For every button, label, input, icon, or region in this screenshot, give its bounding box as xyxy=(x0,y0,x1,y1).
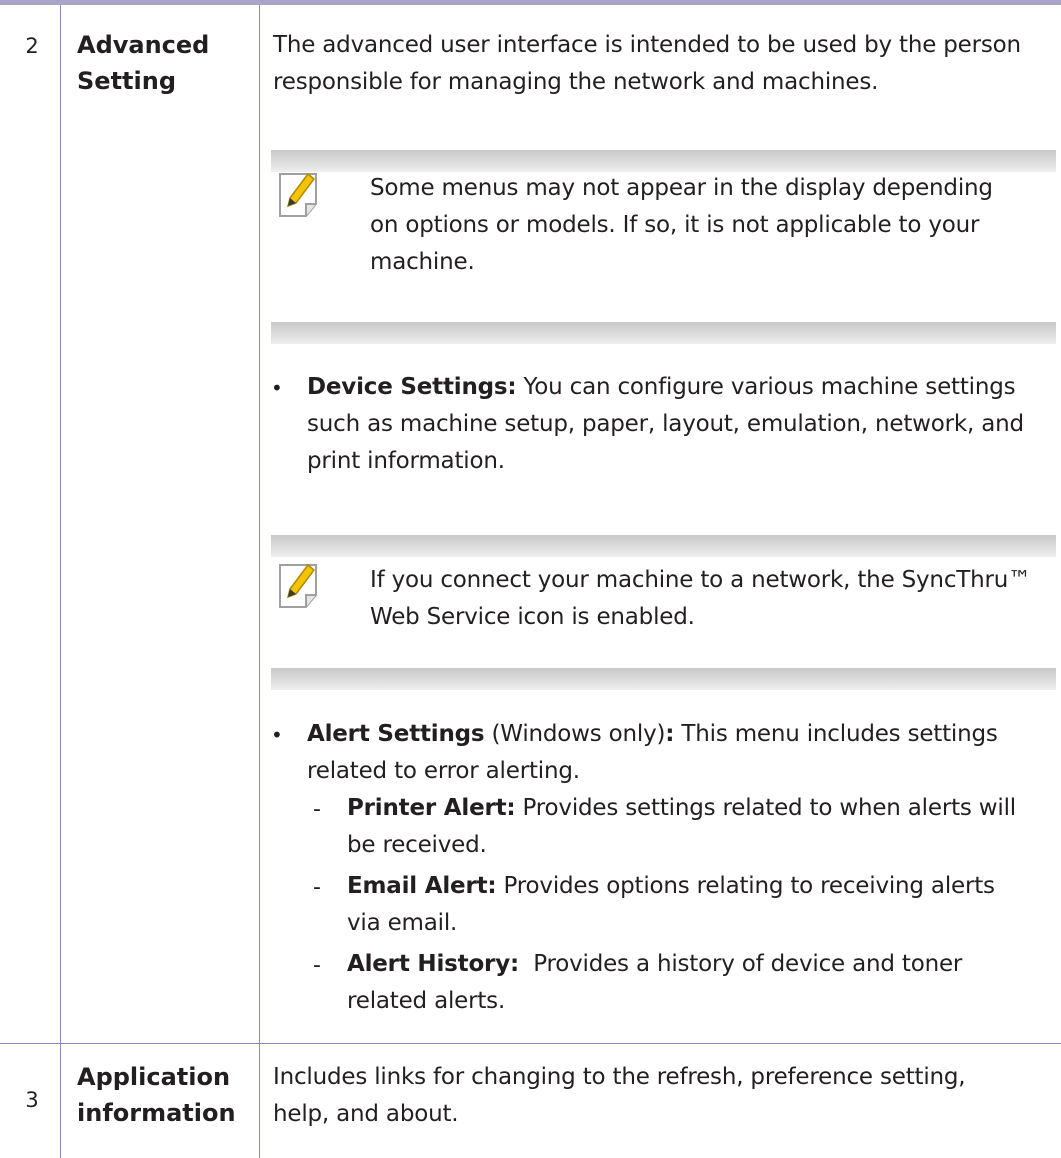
sub-item-line: Provides a history of device and toner xyxy=(518,951,963,977)
sub-item-line: related alerts. xyxy=(347,988,506,1014)
note-pencil-icon xyxy=(279,172,317,217)
note-line: Web Service icon is enabled. xyxy=(370,604,695,630)
alert-settings-colon: : xyxy=(665,721,675,747)
row-name-line: Application xyxy=(77,1063,231,1091)
intro-line: responsible for managing the network and… xyxy=(273,69,879,95)
note-line: machine. xyxy=(370,249,475,275)
row-name: Advanced Setting xyxy=(77,27,257,99)
note-top-bar xyxy=(271,150,1056,172)
note-line: on options or models. If so, it is not a… xyxy=(370,212,980,238)
bullet-symbol: • xyxy=(271,723,283,747)
sub-item-line: via email. xyxy=(347,910,458,936)
column-divider-2 xyxy=(259,5,260,1158)
sub-item-line: Provides settings related to when alerts… xyxy=(515,795,1017,821)
sub-item-label: Alert History: xyxy=(347,951,519,977)
row-name: Application information xyxy=(77,1059,257,1131)
note-line: Some menus may not appear in the display… xyxy=(370,175,993,201)
note-bottom-bar xyxy=(271,668,1056,690)
alert-settings-text: Alert Settings (Windows only): This menu… xyxy=(307,716,998,790)
sub-item: Printer Alert: Provides settings related… xyxy=(347,790,1016,864)
dash-symbol: - xyxy=(313,953,321,978)
description-line: help, and about. xyxy=(273,1101,459,1127)
sub-item-label: Email Alert: xyxy=(347,873,497,899)
row-name-line: information xyxy=(77,1099,236,1127)
row-name-line: Setting xyxy=(77,67,176,95)
row-number: 2 xyxy=(25,34,39,58)
dash-symbol: - xyxy=(313,797,321,822)
bullet-symbol: • xyxy=(271,376,283,400)
sub-item: Alert History: Provides a history of dev… xyxy=(347,946,962,1020)
row-name-line: Advanced xyxy=(77,31,210,59)
dash-symbol: - xyxy=(313,875,321,900)
sub-item-label: Printer Alert: xyxy=(347,795,516,821)
device-settings-line: You can configure various machine settin… xyxy=(516,374,1016,400)
note-bottom-bar xyxy=(271,322,1056,344)
description-line: Includes links for changing to the refre… xyxy=(273,1064,966,1090)
row-divider xyxy=(0,1043,1061,1044)
device-settings-text: Device Settings: You can configure vario… xyxy=(307,369,1024,480)
alert-settings-qualifier: (Windows only) xyxy=(484,721,666,747)
sub-item-line: Provides options relating to receiving a… xyxy=(496,873,996,899)
column-divider-1 xyxy=(60,5,61,1158)
sub-item-line: be received. xyxy=(347,832,487,858)
note-text: Some menus may not appear in the display… xyxy=(370,170,993,281)
note-line: If you connect your machine to a network… xyxy=(370,567,1031,593)
alert-settings-line: related to error alerting. xyxy=(307,758,580,784)
table-top-rule xyxy=(0,0,1061,5)
note-text: If you connect your machine to a network… xyxy=(370,562,1031,636)
row-description: Includes links for changing to the refre… xyxy=(273,1059,966,1133)
intro-line: The advanced user interface is intended … xyxy=(273,32,1021,58)
note-top-bar xyxy=(271,535,1056,557)
row-number: 3 xyxy=(25,1088,39,1112)
intro-text: The advanced user interface is intended … xyxy=(273,27,1021,101)
alert-settings-label: Alert Settings xyxy=(307,721,485,747)
sub-item: Email Alert: Provides options relating t… xyxy=(347,868,995,942)
alert-settings-line: This menu includes settings xyxy=(674,721,998,747)
device-settings-label: Device Settings: xyxy=(307,374,517,400)
device-settings-line: such as machine setup, paper, layout, em… xyxy=(307,411,1024,437)
device-settings-line: print information. xyxy=(307,448,505,474)
note-pencil-icon xyxy=(279,563,317,608)
